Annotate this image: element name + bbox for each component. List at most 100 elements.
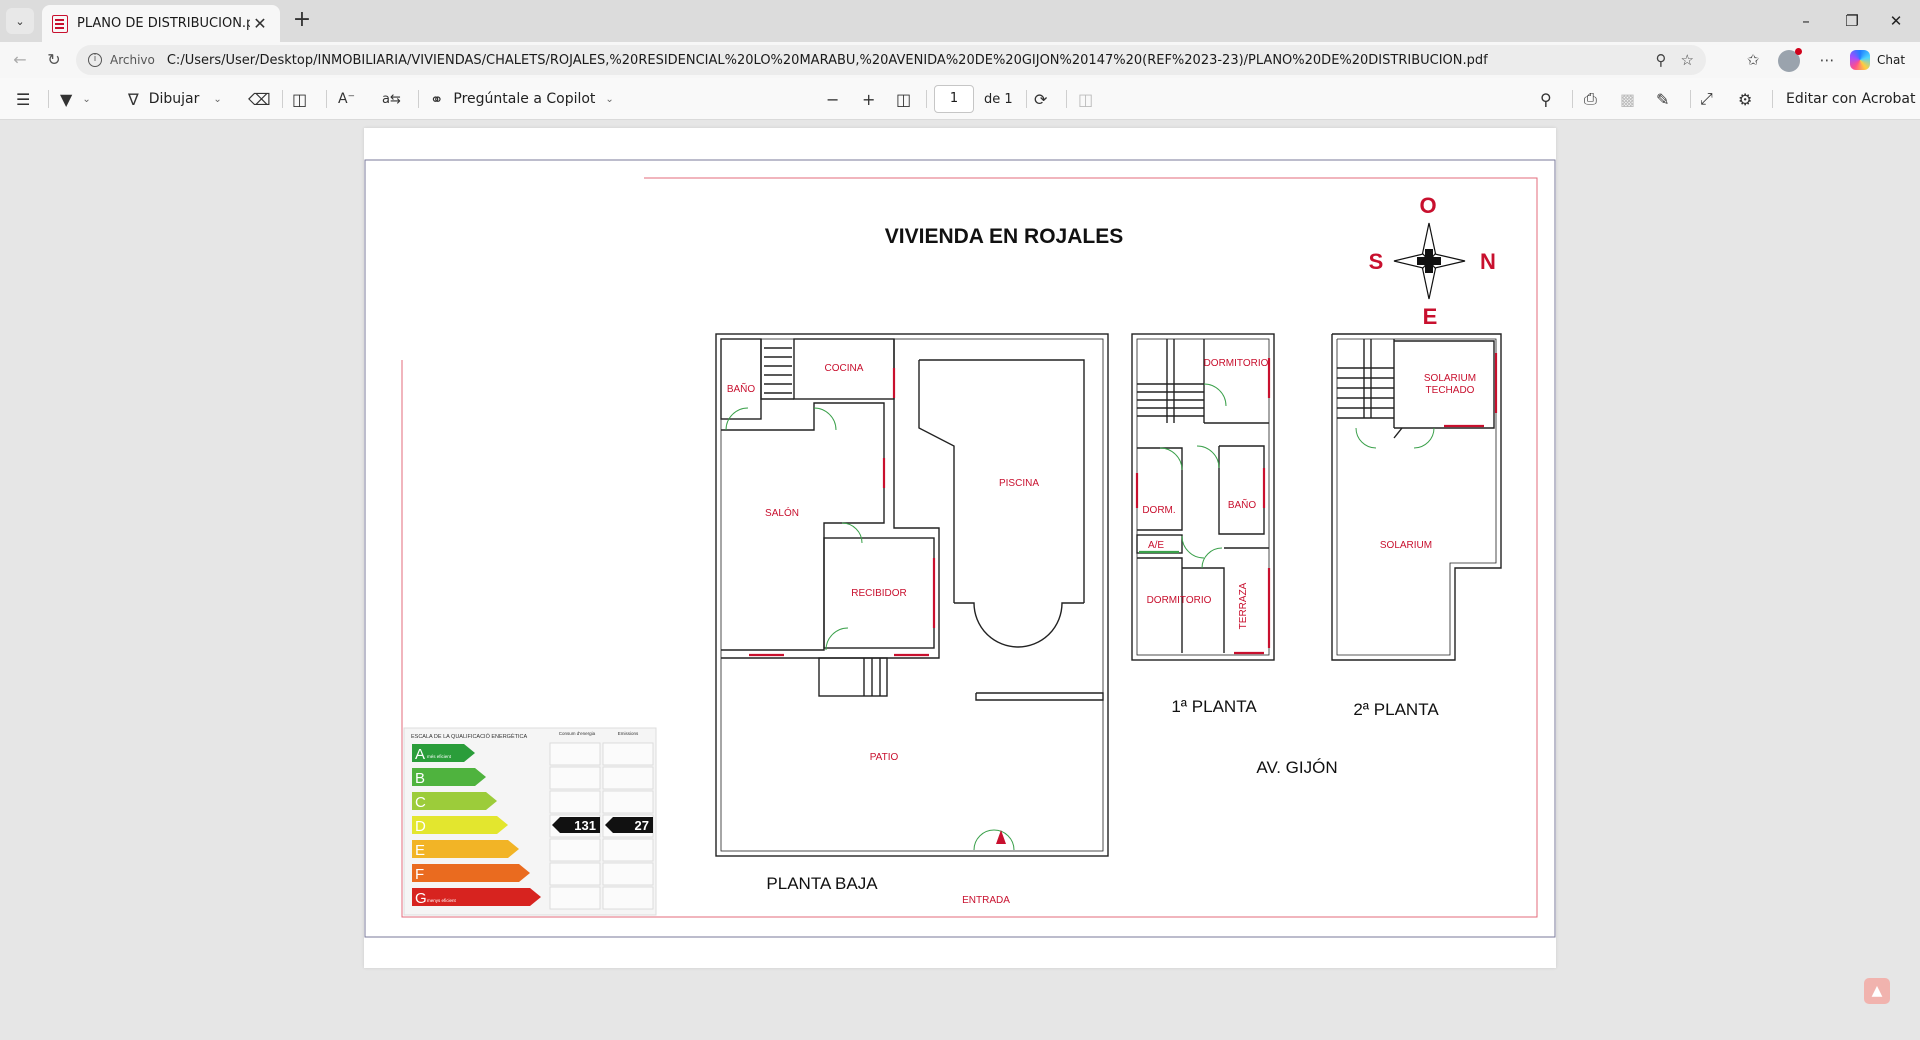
close-window-button[interactable]: ✕ <box>1876 8 1916 34</box>
separator <box>418 90 419 108</box>
search-button[interactable]: ⚲ <box>1540 87 1552 111</box>
copilot-chat-button[interactable]: Chat <box>1850 48 1905 72</box>
energy-grade-letter: C <box>415 794 426 811</box>
eraser-icon: ⌫ <box>248 89 271 109</box>
reload-button[interactable]: ↻ <box>40 48 68 72</box>
room-dormitorio-1: DORMITORIO <box>1204 358 1269 369</box>
page-view-button[interactable]: ◫ <box>1078 87 1093 111</box>
room-dorm: DORM. <box>1142 505 1175 516</box>
close-icon[interactable]: ✕ <box>250 14 270 33</box>
url-scheme-label: Archivo <box>110 53 155 67</box>
chevron-down-icon: ⌄ <box>82 93 91 105</box>
energy-grid-cell <box>549 742 601 766</box>
tab-title: PLANO DE DISTRIBUCION.pdf <box>77 16 250 31</box>
more-options-icon[interactable]: ⋯ <box>1814 48 1840 72</box>
read-aloud-icon: A⁻ <box>338 91 355 107</box>
edit-with-acrobat-button[interactable]: Editar con Acrobat <box>1786 87 1915 111</box>
tab-pdf[interactable]: PLANO DE DISTRIBUCION.pdf ✕ <box>42 5 280 42</box>
rotate-button[interactable]: ⟳ <box>1034 87 1047 111</box>
energy-col-emissions: Emissions <box>618 731 639 736</box>
url-text[interactable]: C:/Users/User/Desktop/INMOBILIARIA/VIVIE… <box>167 53 1642 68</box>
zoom-in-button[interactable]: + <box>862 87 875 111</box>
separator <box>48 90 49 108</box>
room-solarium-techado-2: TECHADO <box>1426 385 1475 396</box>
street-label: AV. GIJÓN <box>1256 758 1337 777</box>
fit-width-icon: ◫ <box>896 89 912 109</box>
room-dormitorio-2: DORMITORIO <box>1147 595 1212 606</box>
text-box-button[interactable]: ◫ <box>292 87 307 111</box>
energy-grade-letter: B <box>415 770 425 787</box>
favorites-icon[interactable]: ✩ <box>1740 48 1766 72</box>
highlight-button[interactable]: ▼ ⌄ <box>60 87 91 111</box>
room-solarium-techado-1: SOLARIUM <box>1424 373 1476 384</box>
save-button[interactable]: ▩ <box>1620 87 1635 111</box>
energy-grid-cell <box>602 862 654 886</box>
restore-button[interactable]: ❐ <box>1832 8 1872 34</box>
read-aloud-button[interactable]: A⁻ <box>338 87 355 111</box>
room-ae: A/E <box>1148 540 1164 551</box>
zoom-out-button[interactable]: − <box>826 87 839 111</box>
energy-grid-cell <box>602 742 654 766</box>
energy-grade-bar <box>412 888 541 906</box>
energy-col-consumption: Consum d'energia <box>559 731 596 736</box>
draw-label: Dibujar <box>148 91 200 107</box>
minus-icon: − <box>826 89 840 109</box>
tab-list-button[interactable]: ⌄ <box>6 8 34 34</box>
settings-button[interactable]: ⚙ <box>1738 87 1752 111</box>
save-as-button[interactable]: ✎ <box>1656 87 1669 111</box>
separator <box>926 90 927 108</box>
new-tab-button[interactable]: + <box>288 7 316 35</box>
page-total: de 1 <box>984 91 1013 107</box>
favorite-star-icon[interactable]: ☆ <box>1681 51 1694 69</box>
energy-grid-cell <box>602 838 654 862</box>
translate-button[interactable]: a⇆ <box>382 87 401 111</box>
translate-icon: a⇆ <box>382 91 401 107</box>
compass-east: E <box>1423 304 1438 329</box>
room-piscina: PISCINA <box>999 478 1039 489</box>
second-floor-doors <box>1355 427 1435 449</box>
erase-button[interactable]: ⌫ <box>248 87 271 111</box>
back-button[interactable]: ← <box>6 48 34 72</box>
energy-grid-cell <box>549 838 601 862</box>
list-icon: ☰ <box>16 89 31 109</box>
floor-plan-drawing: VIVIENDA EN ROJALES O S N E BAÑO COCINA … <box>364 159 1556 938</box>
energy-grid-cell <box>602 886 654 910</box>
expand-icon: ⤢ <box>1700 89 1713 108</box>
contents-button[interactable]: ☰ <box>16 87 30 111</box>
room-recibidor: RECIBIDOR <box>851 588 907 599</box>
compass-west: O <box>1419 193 1436 218</box>
url-field[interactable]: i Archivo C:/Users/User/Desktop/INMOBILI… <box>76 45 1706 75</box>
compass-south: S <box>1369 249 1384 274</box>
separator <box>1690 90 1691 108</box>
energy-grade-note: més eficient <box>427 754 452 759</box>
copilot-ask-label: Pregúntale a Copilot <box>453 91 596 107</box>
copilot-outline-icon: ⚭ <box>430 89 444 109</box>
print-icon: ⎙ <box>1584 89 1597 108</box>
room-cocina: COCINA <box>825 363 864 374</box>
highlighter-icon: ▼ <box>60 89 73 109</box>
entrance-label: ENTRADA <box>962 895 1010 906</box>
copilot-ask-button[interactable]: ⚭ Pregúntale a Copilot ⌄ <box>430 87 614 111</box>
zoom-icon[interactable]: ⚲ <box>1656 51 1667 69</box>
energy-grid-cell <box>602 766 654 790</box>
energy-emissions-value: 27 <box>635 818 649 833</box>
fullscreen-button[interactable]: ⤢ <box>1700 87 1713 111</box>
plan-title: VIVIENDA EN ROJALES <box>885 225 1123 248</box>
separator <box>1572 90 1573 108</box>
page-view-icon: ◫ <box>1078 89 1094 109</box>
draw-button[interactable]: ∇ Dibujar ⌄ <box>128 87 222 111</box>
room-terraza: TERRAZA <box>1238 582 1249 629</box>
ground-floor-walls <box>715 333 1109 857</box>
avatar[interactable] <box>1778 48 1802 72</box>
minimize-button[interactable]: – <box>1786 8 1826 34</box>
energy-grade-bar <box>412 840 519 858</box>
print-button[interactable]: ⎙ <box>1584 87 1597 111</box>
separator <box>1772 90 1773 108</box>
acrobat-icon[interactable]: ▲ <box>1864 978 1890 1004</box>
info-icon[interactable]: i <box>88 53 102 67</box>
pdf-viewer[interactable]: VIVIENDA EN ROJALES O S N E BAÑO COCINA … <box>0 120 1920 1040</box>
page-number-input[interactable]: 1 <box>934 85 974 113</box>
first-floor-walls <box>1131 333 1275 661</box>
fit-width-button[interactable]: ◫ <box>896 87 911 111</box>
save-as-icon: ✎ <box>1656 89 1670 109</box>
